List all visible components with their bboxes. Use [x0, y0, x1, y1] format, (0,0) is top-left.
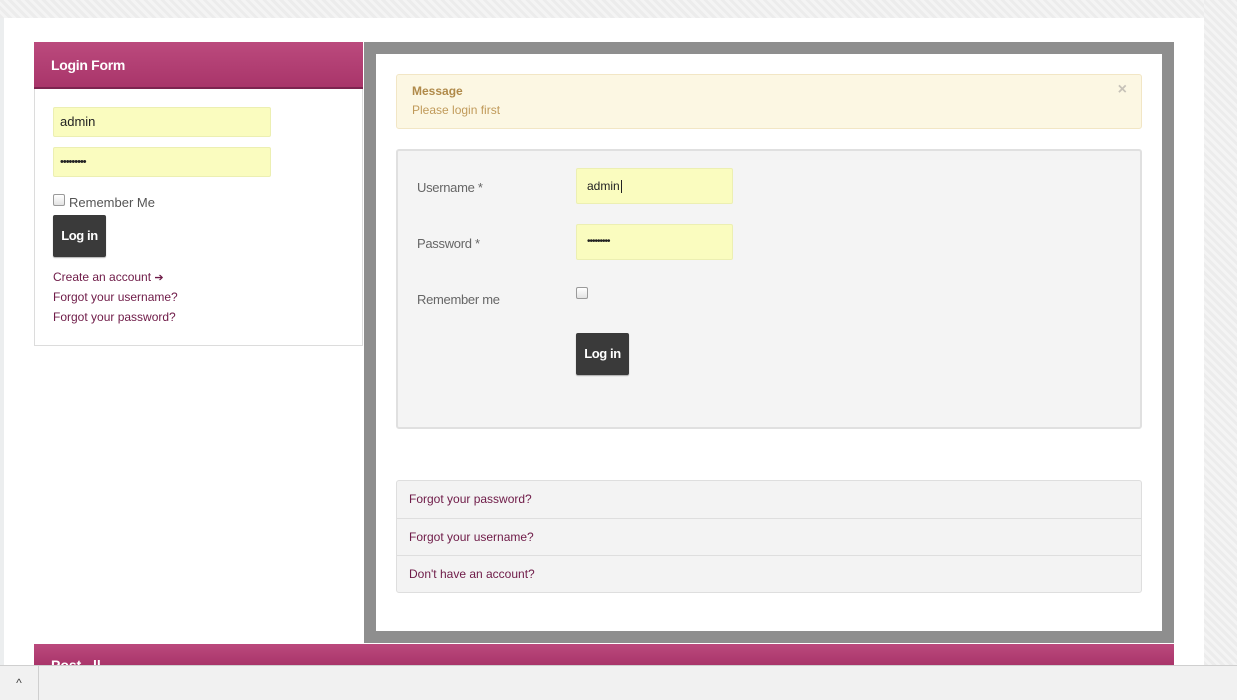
- sidebar-username-input[interactable]: admin: [53, 107, 271, 137]
- page-container: Login Form admin ••••••••• Remember Me L…: [4, 18, 1204, 665]
- help-links-list: Forgot your password? Forgot your userna…: [396, 480, 1142, 593]
- bottom-module-title: Post...ll: [51, 657, 101, 665]
- close-icon[interactable]: ×: [1118, 81, 1127, 99]
- forgot-username-link[interactable]: Forgot your username?: [397, 518, 1141, 555]
- create-account-link[interactable]: Create an account ➔: [53, 270, 164, 284]
- sidebar-login-button[interactable]: Log in: [53, 215, 106, 257]
- username-input[interactable]: admin: [576, 168, 733, 204]
- background-texture-right: [1204, 0, 1237, 665]
- content-frame: Message Please login first × Username * …: [364, 42, 1174, 643]
- arrow-right-icon: ➔: [154, 272, 164, 284]
- password-label: Password *: [417, 236, 480, 251]
- message-alert: Message Please login first ×: [396, 74, 1142, 129]
- sidebar-login-module: Login Form admin ••••••••• Remember Me L…: [34, 42, 363, 346]
- status-bar: ^: [0, 665, 1237, 700]
- alert-heading: Message: [412, 84, 463, 98]
- sidebar-forgot-username-link[interactable]: Forgot your username?: [53, 290, 178, 304]
- password-input[interactable]: •••••••••: [576, 224, 733, 260]
- sidebar-remember-label: Remember Me: [69, 195, 155, 210]
- remember-checkbox[interactable]: [576, 287, 588, 299]
- content-area: Message Please login first × Username * …: [376, 54, 1162, 631]
- text-cursor: [620, 180, 622, 194]
- remember-label: Remember me: [417, 292, 500, 307]
- alert-text: Please login first: [412, 103, 501, 117]
- username-label: Username *: [417, 180, 483, 195]
- register-link[interactable]: Don't have an account?: [397, 555, 1141, 592]
- forgot-password-link[interactable]: Forgot your password?: [397, 481, 1141, 518]
- background-texture-top: [0, 0, 1237, 18]
- sidebar-forgot-password-link[interactable]: Forgot your password?: [53, 310, 176, 324]
- sidebar-password-input[interactable]: •••••••••: [53, 147, 271, 177]
- login-button[interactable]: Log in: [576, 333, 629, 375]
- bottom-module-header: Post...ll: [34, 644, 1174, 665]
- sidebar-remember-row: Remember Me: [53, 190, 155, 210]
- sidebar-remember-checkbox[interactable]: [53, 194, 65, 206]
- username-value: admin: [587, 179, 620, 193]
- module-title: Login Form: [34, 42, 363, 89]
- chevron-up-icon[interactable]: ^: [0, 666, 39, 700]
- create-account-text: Create an account: [53, 270, 152, 284]
- login-fieldset: Username * admin Password * ••••••••• Re…: [396, 149, 1142, 429]
